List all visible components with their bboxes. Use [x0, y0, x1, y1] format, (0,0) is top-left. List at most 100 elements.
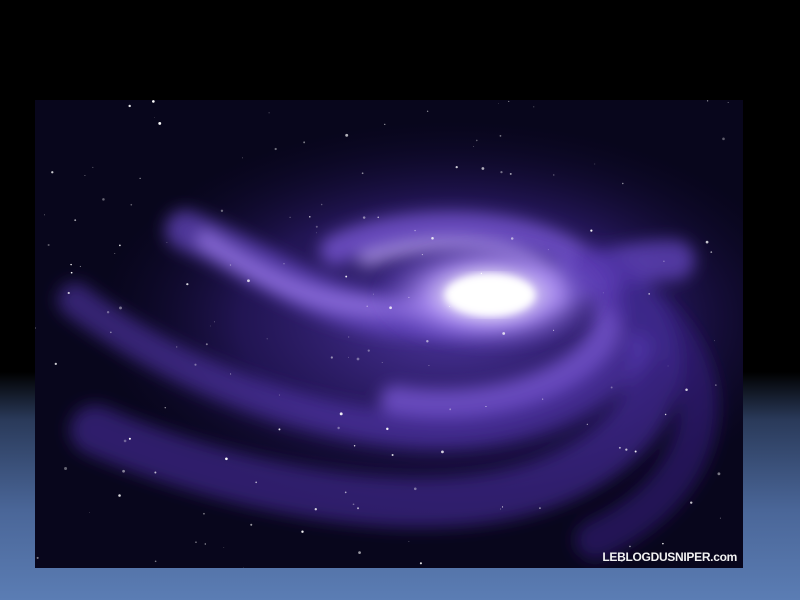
- star: [278, 394, 280, 396]
- star: [426, 110, 429, 112]
- star: [373, 293, 374, 295]
- star: [426, 340, 429, 343]
- star: [243, 567, 244, 568]
- star: [510, 237, 514, 240]
- star: [337, 426, 340, 430]
- star: [67, 291, 70, 295]
- star: [102, 198, 105, 201]
- star: [509, 172, 512, 175]
- star: [391, 454, 394, 457]
- star: [229, 264, 232, 266]
- star: [719, 517, 722, 519]
- star: [356, 357, 360, 361]
- star: [164, 407, 166, 409]
- star: [713, 340, 715, 342]
- star: [303, 141, 306, 144]
- star: [389, 306, 392, 310]
- star: [106, 311, 110, 314]
- star: [625, 448, 628, 451]
- watermark: LEBLOGDUSNIPER.com: [602, 550, 737, 564]
- star: [553, 174, 555, 176]
- star: [431, 236, 434, 240]
- star: [255, 481, 258, 484]
- star: [230, 373, 232, 375]
- star: [266, 338, 268, 340]
- star: [499, 508, 502, 510]
- star: [476, 139, 478, 142]
- star: [590, 229, 593, 232]
- star: [727, 101, 729, 103]
- star: [501, 506, 504, 508]
- star: [241, 157, 243, 159]
- star: [473, 146, 475, 147]
- star: [586, 423, 588, 425]
- star: [110, 331, 112, 334]
- star: [421, 254, 423, 256]
- star: [552, 329, 555, 331]
- star: [533, 106, 535, 108]
- star: [352, 503, 355, 506]
- star: [152, 100, 155, 103]
- star: [47, 243, 50, 247]
- star: [344, 491, 347, 494]
- star: [480, 272, 483, 275]
- star: [622, 182, 624, 185]
- star: [449, 408, 452, 411]
- star: [648, 293, 650, 295]
- galaxy-illustration: [35, 100, 743, 568]
- star: [414, 229, 416, 232]
- star: [361, 172, 364, 175]
- star: [541, 398, 544, 400]
- star: [413, 487, 417, 491]
- star: [225, 457, 228, 461]
- star: [64, 467, 68, 471]
- star: [186, 283, 189, 286]
- star: [386, 427, 389, 431]
- star: [320, 203, 323, 206]
- star: [139, 177, 141, 179]
- star: [36, 556, 39, 559]
- star: [205, 343, 208, 346]
- star: [449, 306, 451, 307]
- star: [166, 241, 168, 243]
- star: [502, 332, 506, 335]
- star: [330, 356, 333, 359]
- star: [362, 216, 366, 219]
- star: [203, 512, 205, 515]
- star: [662, 542, 664, 545]
- star: [664, 413, 667, 416]
- star: [54, 362, 57, 365]
- star: [345, 275, 348, 278]
- star: [114, 253, 116, 254]
- star: [377, 216, 380, 219]
- star: [301, 530, 304, 533]
- star: [316, 232, 317, 234]
- star: [348, 336, 350, 338]
- star: [498, 103, 499, 104]
- star: [710, 251, 713, 253]
- star: [315, 225, 318, 228]
- star: [92, 166, 94, 168]
- star: [469, 301, 472, 303]
- star: [408, 296, 410, 298]
- star: [250, 523, 253, 526]
- star: [70, 263, 72, 266]
- star: [204, 543, 206, 545]
- star: [634, 450, 637, 453]
- star: [345, 133, 349, 137]
- star: [154, 117, 155, 118]
- star: [500, 171, 503, 174]
- star: [594, 163, 596, 165]
- star: [158, 122, 162, 125]
- star: [663, 260, 665, 262]
- star: [485, 405, 487, 408]
- star: [130, 203, 133, 206]
- star: [74, 219, 77, 222]
- galaxy-photo: LEBLOGDUSNIPER.com: [35, 100, 743, 568]
- star: [358, 551, 361, 554]
- star: [278, 428, 281, 431]
- star: [610, 386, 613, 389]
- star: [466, 279, 468, 281]
- star: [629, 545, 631, 548]
- star: [119, 244, 121, 247]
